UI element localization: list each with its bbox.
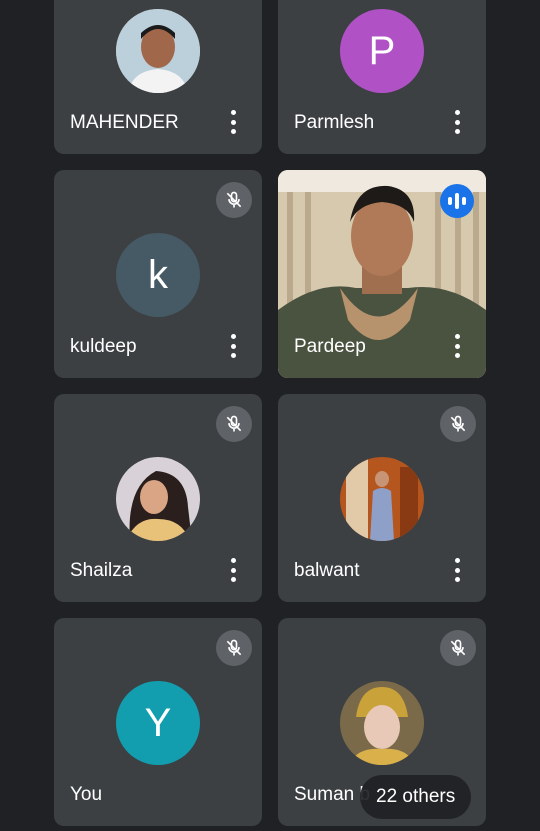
avatar-photo bbox=[340, 457, 424, 541]
avatar-photo bbox=[116, 9, 200, 93]
person-photo-icon bbox=[340, 457, 424, 541]
avatar-letter: k bbox=[116, 233, 200, 317]
participant-name: MAHENDER bbox=[70, 112, 179, 133]
mic-off-icon bbox=[216, 182, 252, 218]
participant-tile-parmlesh[interactable]: P Parmlesh bbox=[278, 0, 486, 154]
avatar-letter: Y bbox=[116, 681, 200, 765]
more-vert-icon[interactable] bbox=[230, 110, 236, 134]
more-vert-icon[interactable] bbox=[454, 110, 460, 134]
mic-off-icon bbox=[440, 406, 476, 442]
participant-name: Pardeep bbox=[294, 336, 366, 357]
audio-level-icon bbox=[440, 184, 474, 218]
person-photo-icon bbox=[116, 457, 200, 541]
mic-off-icon bbox=[216, 406, 252, 442]
participant-tile-shailza[interactable]: Shailza bbox=[54, 394, 262, 602]
participant-tile-you[interactable]: Y You bbox=[54, 618, 262, 826]
participant-name: balwant bbox=[294, 560, 360, 581]
person-photo-icon bbox=[340, 681, 424, 765]
participant-name: kuldeep bbox=[70, 336, 137, 357]
participant-tile-balwant[interactable]: balwant bbox=[278, 394, 486, 602]
participant-tile-mahender[interactable]: MAHENDER bbox=[54, 0, 262, 154]
more-vert-icon[interactable] bbox=[230, 334, 236, 358]
more-vert-icon[interactable] bbox=[454, 334, 460, 358]
participant-name: Suman b bbox=[294, 784, 371, 805]
avatar-photo bbox=[340, 681, 424, 765]
person-photo-icon bbox=[116, 9, 200, 93]
participant-name: You bbox=[70, 784, 103, 805]
avatar-photo bbox=[116, 457, 200, 541]
participant-tile-kuldeep[interactable]: k kuldeep bbox=[54, 170, 262, 378]
more-vert-icon[interactable] bbox=[454, 558, 460, 582]
participant-name: Parmlesh bbox=[294, 112, 375, 133]
participant-tile-pardeep-video[interactable]: Pardeep bbox=[278, 170, 486, 378]
others-count-chip[interactable]: 22 others bbox=[360, 775, 472, 819]
mic-off-icon bbox=[440, 630, 476, 666]
participant-name: Shailza bbox=[70, 560, 133, 581]
mic-off-icon bbox=[216, 630, 252, 666]
avatar-letter: P bbox=[340, 9, 424, 93]
more-vert-icon[interactable] bbox=[230, 558, 236, 582]
